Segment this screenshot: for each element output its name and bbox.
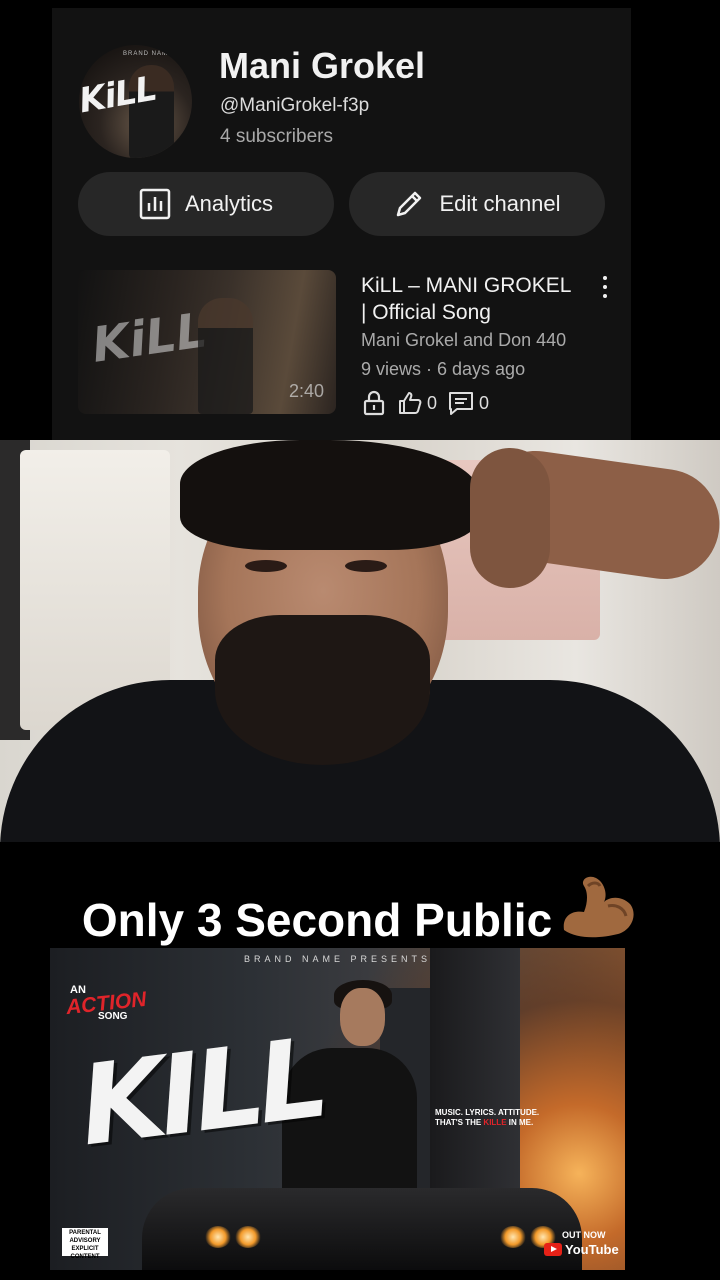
tagline-line1: MUSIC. LYRICS. ATTITUDE.	[435, 1108, 540, 1117]
analytics-icon	[139, 188, 171, 220]
youtube-wordmark: YouTube	[565, 1242, 619, 1257]
comment-icon	[449, 392, 474, 415]
channel-avatar[interactable]: BRAND NAME KiLL	[79, 45, 192, 158]
song-poster: BRAND NAME PRESENTS AN ACTION SONG KILL …	[50, 948, 625, 1270]
pencil-icon	[397, 191, 422, 217]
video-thumbnail[interactable]: KiLL 2:40	[78, 270, 336, 414]
webcam-photo	[0, 440, 720, 842]
poster-presents: BRAND NAME PRESENTS	[243, 954, 432, 964]
poster-tagline: MUSIC. LYRICS. ATTITUDE. THAT'S THE KILL…	[435, 1108, 539, 1128]
subscriber-count: 4 subscribers	[220, 126, 333, 147]
edit-channel-button[interactable]: Edit channel	[349, 172, 605, 236]
tagline-line2: THAT'S THE KILLE IN ME.	[435, 1118, 539, 1128]
tagline-part: THAT'S THE	[435, 1118, 484, 1127]
car-headlight	[235, 1226, 261, 1248]
thumbnail-person	[198, 298, 253, 414]
thumbs-up-icon	[399, 392, 422, 414]
poster-song: SONG	[98, 1011, 128, 1022]
parental-advisory-label: PARENTAL ADVISORY EXPLICIT CONTENT	[62, 1228, 108, 1260]
tagline-part: IN ME.	[506, 1118, 534, 1127]
car-headlight	[500, 1226, 526, 1248]
tagline-highlight: KILLE	[483, 1118, 507, 1127]
video-authors: Mani Grokel and Don 440	[361, 330, 567, 350]
video-icon-row: 0 0	[361, 390, 499, 416]
dot	[603, 284, 607, 289]
poster-person-head	[340, 988, 385, 1046]
flexed-biceps-icon	[558, 872, 638, 953]
analytics-label: Analytics	[184, 191, 274, 216]
dot	[603, 293, 607, 298]
channel-card: BRAND NAME KiLL Mani Grokel @ManiGrokel-…	[52, 8, 631, 444]
youtube-play-icon	[544, 1243, 562, 1256]
likes-indicator[interactable]: 0	[397, 390, 437, 416]
person-hand	[470, 448, 550, 588]
comments-count: 0	[479, 392, 490, 413]
youtube-logo: YouTube	[544, 1242, 619, 1257]
edit-channel-label: Edit channel	[439, 191, 561, 216]
car-headlight	[205, 1226, 231, 1248]
avatar-brand-text: BRAND NAME	[123, 51, 174, 57]
person-eye	[345, 560, 387, 572]
person-eye	[245, 560, 287, 572]
thumbnail-title-text: KiLL	[88, 302, 211, 374]
video-stats: 9 views · 6 days ago	[361, 359, 526, 379]
dot	[603, 276, 607, 281]
channel-handle: @ManiGrokel-f3p	[220, 95, 370, 116]
more-options-button[interactable]	[595, 274, 615, 300]
poster-out-now: OUT NOW	[562, 1230, 606, 1240]
likes-count: 0	[427, 392, 438, 413]
video-title[interactable]: KiLL – MANI GROKEL | Official Song	[361, 272, 579, 326]
comments-indicator[interactable]: 0	[447, 390, 489, 416]
channel-name: Mani Grokel	[219, 45, 426, 86]
video-duration: 2:40	[288, 381, 324, 401]
person-beard	[215, 615, 430, 765]
visibility-indicator[interactable]	[361, 390, 387, 416]
overlay-caption: Only 3 Second Public	[0, 872, 720, 953]
person-hair	[180, 440, 480, 550]
caption-text: Only 3 Second Public	[81, 894, 553, 946]
lock-icon	[363, 390, 385, 416]
analytics-button[interactable]: Analytics	[78, 172, 334, 236]
